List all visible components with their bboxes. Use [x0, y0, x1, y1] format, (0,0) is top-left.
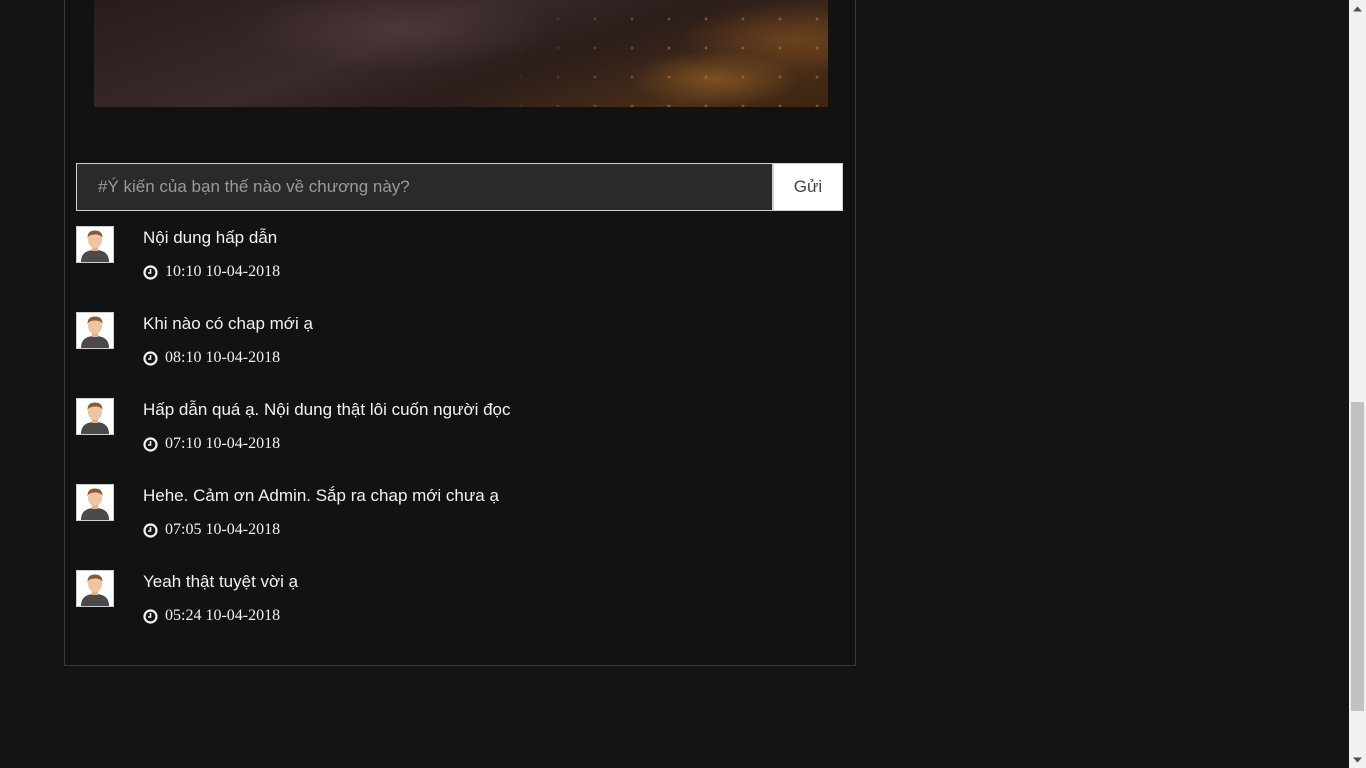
comment-text: Hehe. Cảm ơn Admin. Sắp ra chap mới chưa…: [143, 486, 499, 505]
comment-list: Nội dung hấp dẫn 10:10 10-04-2018 Khi nà…: [76, 226, 836, 656]
user-avatar-icon: [76, 484, 114, 521]
comment-time-text: 05:24 10-04-2018: [165, 607, 281, 624]
comment-timestamp: 07:05 10-04-2018: [143, 521, 280, 539]
page-viewport: Gửi Nội dung hấp dẫn: [0, 0, 1349, 768]
comment-item: Khi nào có chap mới ạ 08:10 10-04-2018: [76, 312, 836, 398]
comment-time-text: 07:10 10-04-2018: [165, 435, 281, 452]
comment-time-text: 10:10 10-04-2018: [165, 263, 281, 280]
clock-icon: [143, 264, 158, 280]
arrow-up-icon[interactable]: [1349, 0, 1366, 17]
comment-text: Hấp dẫn quá ạ. Nội dung thật lôi cuốn ng…: [143, 400, 511, 419]
user-avatar-icon: [76, 312, 114, 349]
comment-form: Gửi: [76, 163, 843, 211]
comment-text: Yeah thật tuyệt vời ạ: [143, 572, 299, 591]
comment-item: Hehe. Cảm ơn Admin. Sắp ra chap mới chưa…: [76, 484, 836, 570]
comment-item: Nội dung hấp dẫn 10:10 10-04-2018: [76, 226, 836, 312]
send-button[interactable]: Gửi: [773, 163, 843, 211]
comment-timestamp: 08:10 10-04-2018: [143, 349, 280, 367]
comment-timestamp: 07:10 10-04-2018: [143, 435, 280, 453]
comment-time-text: 07:05 10-04-2018: [165, 521, 281, 538]
clock-icon: [143, 522, 158, 538]
clock-icon: [143, 608, 158, 624]
chapter-content-panel: Gửi Nội dung hấp dẫn: [64, 0, 856, 666]
comment-input[interactable]: [76, 163, 773, 211]
comment-text: Khi nào có chap mới ạ: [143, 314, 313, 333]
comment-timestamp: 10:10 10-04-2018: [143, 263, 280, 281]
vertical-scrollbar[interactable]: [1349, 0, 1366, 768]
comment-item: Yeah thật tuyệt vời ạ 05:24 10-04-2018: [76, 570, 836, 656]
comment-timestamp: 05:24 10-04-2018: [143, 607, 280, 625]
comment-text: Nội dung hấp dẫn: [143, 228, 278, 247]
user-avatar-icon: [76, 398, 114, 435]
clock-icon: [143, 436, 158, 452]
clock-icon: [143, 350, 158, 366]
comment-item: Hấp dẫn quá ạ. Nội dung thật lôi cuốn ng…: [76, 398, 836, 484]
comment-time-text: 08:10 10-04-2018: [165, 349, 281, 366]
user-avatar-icon: [76, 570, 114, 607]
user-avatar-icon: [76, 226, 114, 263]
arrow-down-icon[interactable]: [1349, 751, 1366, 768]
chapter-image: [94, 0, 828, 107]
scrollbar-thumb[interactable]: [1351, 402, 1364, 711]
